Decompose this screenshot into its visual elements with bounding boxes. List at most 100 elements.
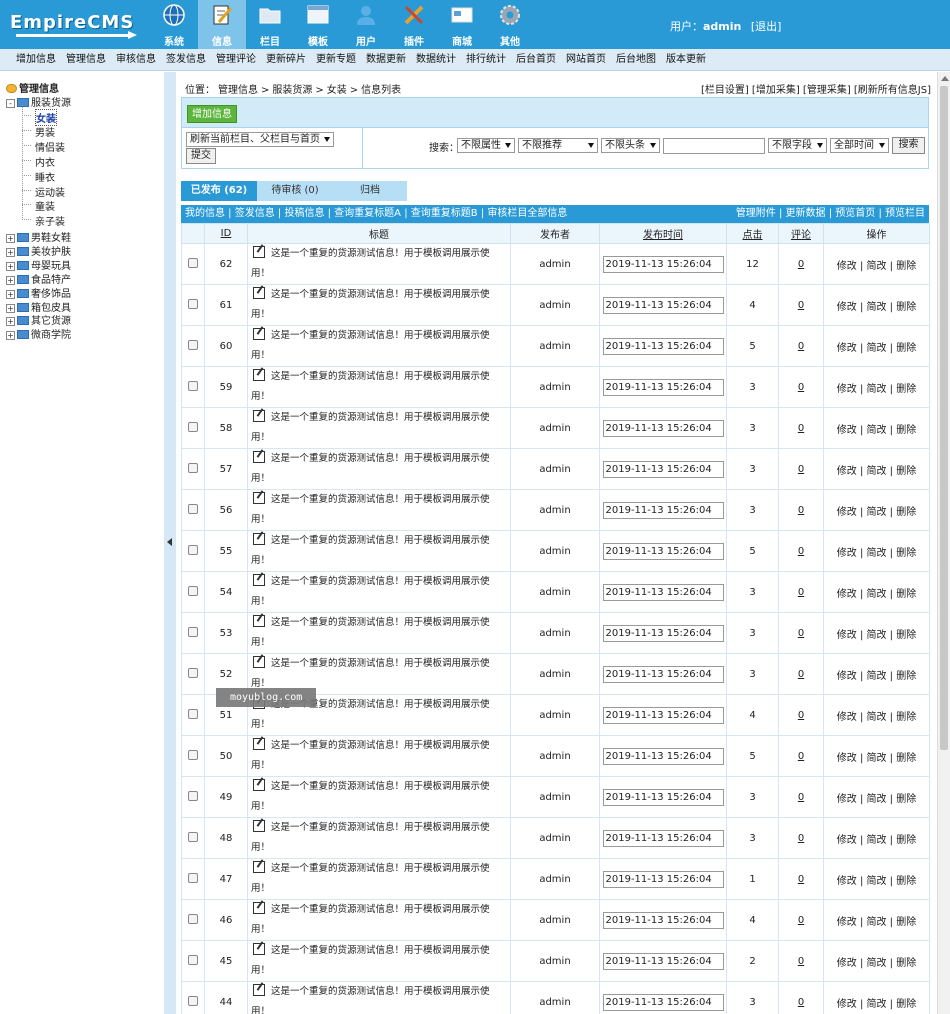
breadcrumb-item[interactable]: 管理信息 xyxy=(218,85,258,96)
expand-icon[interactable]: + xyxy=(6,234,15,243)
row-title-link[interactable]: 这是一个重复的货源测试信息！用于模板调用展示使用！ xyxy=(251,576,490,607)
menu-item-11[interactable]: 网站首页 xyxy=(561,49,611,70)
table-row[interactable]: 54 这是一个重复的货源测试信息！用于模板调用展示使用！ admin 2019-11-… xyxy=(181,571,930,613)
menu-item-13[interactable]: 版本更新 xyxy=(661,49,711,70)
row-ops[interactable]: 修改 | 简改 | 删除 xyxy=(823,530,930,572)
attribute-filter-select[interactable]: 不限属性 xyxy=(457,138,515,153)
row-checkbox[interactable] xyxy=(188,831,198,842)
tree-root[interactable]: 管理信息 xyxy=(6,80,59,95)
row-time-input[interactable]: 2019-11-13 15:26:04 xyxy=(602,378,724,396)
top-nav-item-5[interactable]: 插件 xyxy=(390,0,438,49)
row-comments[interactable]: 0 xyxy=(778,489,824,531)
row-time-input[interactable]: 2019-11-13 15:26:04 xyxy=(602,337,724,355)
row-time-input[interactable]: 2019-11-13 15:26:04 xyxy=(602,583,724,601)
row-checkbox[interactable] xyxy=(188,298,198,309)
menu-item-10[interactable]: 后台首页 xyxy=(511,49,561,70)
row-checkbox[interactable] xyxy=(188,995,198,1006)
tree-item[interactable]: 亲子装 xyxy=(35,213,65,228)
row-time-input[interactable]: 2019-11-13 15:26:04 xyxy=(602,911,724,929)
row-ops[interactable]: 修改 | 简改 | 删除 xyxy=(823,243,930,285)
table-row[interactable]: 44 这是一个重复的货源测试信息！用于模板调用展示使用！ admin 2019-11-… xyxy=(181,981,930,1014)
edit-doc-icon[interactable] xyxy=(253,779,265,791)
collapse-left-arrow-icon[interactable] xyxy=(167,538,172,546)
row-title-link[interactable]: 这是一个重复的货源测试信息！用于模板调用展示使用！ xyxy=(251,330,490,361)
table-row[interactable]: 49 这是一个重复的货源测试信息！用于模板调用展示使用！ admin 2019-11-… xyxy=(181,776,930,818)
menu-item-6[interactable]: 更新专题 xyxy=(311,49,361,70)
menu-item-12[interactable]: 后台地图 xyxy=(611,49,661,70)
row-ops[interactable]: 修改 | 简改 | 删除 xyxy=(823,776,930,818)
row-title-link[interactable]: 这是一个重复的货源测试信息！用于模板调用展示使用！ xyxy=(251,535,490,566)
row-title-link[interactable]: 这是一个重复的货源测试信息！用于模板调用展示使用！ xyxy=(251,371,490,402)
tree-item[interactable]: 情侣装 xyxy=(35,139,65,154)
table-row[interactable]: 56 这是一个重复的货源测试信息！用于模板调用展示使用！ admin 2019-11-… xyxy=(181,489,930,531)
row-checkbox[interactable] xyxy=(188,421,198,432)
row-title-link[interactable]: 这是一个重复的货源测试信息！用于模板调用展示使用！ xyxy=(251,945,490,976)
scroll-up-icon[interactable] xyxy=(941,76,949,81)
action-links-left[interactable]: 我的信息 | 签发信息 | 投稿信息 | 查询重复标题A | 查询重复标题B |… xyxy=(185,205,567,223)
row-time-input[interactable]: 2019-11-13 15:26:04 xyxy=(602,706,724,724)
edit-doc-icon[interactable] xyxy=(253,369,265,381)
row-title-link[interactable]: 这是一个重复的货源测试信息！用于模板调用展示使用！ xyxy=(251,658,490,689)
row-ops[interactable]: 修改 | 简改 | 删除 xyxy=(823,899,930,941)
edit-doc-icon[interactable] xyxy=(253,574,265,586)
headline-filter-select[interactable]: 不限头条 xyxy=(601,138,660,153)
menu-item-4[interactable]: 管理评论 xyxy=(211,49,261,70)
top-nav-item-3[interactable]: 模板 xyxy=(294,0,342,49)
row-comments[interactable]: 0 xyxy=(778,366,824,408)
edit-doc-icon[interactable] xyxy=(253,984,265,996)
expand-icon[interactable]: + xyxy=(6,289,15,299)
row-comments[interactable]: 0 xyxy=(778,735,824,777)
scroll-thumb[interactable] xyxy=(940,86,948,750)
col-hits[interactable]: 点击 xyxy=(726,223,779,244)
row-checkbox[interactable] xyxy=(188,503,198,514)
row-ops[interactable]: 修改 | 简改 | 删除 xyxy=(823,612,930,654)
table-row[interactable]: 48 这是一个重复的货源测试信息！用于模板调用展示使用！ admin 2019-11-… xyxy=(181,817,930,859)
row-comments[interactable]: 0 xyxy=(778,325,824,367)
panel-splitter[interactable] xyxy=(164,72,176,1014)
row-time-input[interactable]: 2019-11-13 15:26:04 xyxy=(602,419,724,437)
edit-doc-icon[interactable] xyxy=(253,287,265,299)
tree-item[interactable]: 睡衣 xyxy=(35,169,55,184)
row-checkbox[interactable] xyxy=(188,462,198,473)
top-nav-item-1[interactable]: 信息 xyxy=(198,0,246,49)
row-ops[interactable]: 修改 | 简改 | 删除 xyxy=(823,981,930,1014)
row-title-link[interactable]: 这是一个重复的货源测试信息！用于模板调用展示使用！ xyxy=(251,494,490,525)
row-title-link[interactable]: 这是一个重复的货源测试信息！用于模板调用展示使用！ xyxy=(251,781,490,812)
edit-doc-icon[interactable] xyxy=(253,451,265,463)
row-time-input[interactable]: 2019-11-13 15:26:04 xyxy=(602,542,724,560)
tab-archive[interactable]: 归档 xyxy=(333,181,407,201)
row-checkbox[interactable] xyxy=(188,954,198,965)
table-row[interactable]: 58 这是一个重复的货源测试信息！用于模板调用展示使用！ admin 2019-11-… xyxy=(181,407,930,449)
collapse-icon[interactable]: - xyxy=(6,99,15,108)
row-checkbox[interactable] xyxy=(188,667,198,678)
row-comments[interactable]: 0 xyxy=(778,981,824,1014)
edit-doc-icon[interactable] xyxy=(253,410,265,422)
expand-icon[interactable]: + xyxy=(6,247,15,257)
table-row[interactable]: 47 这是一个重复的货源测试信息！用于模板调用展示使用！ admin 2019-11-… xyxy=(181,858,930,900)
row-time-input[interactable]: 2019-11-13 15:26:04 xyxy=(602,993,724,1011)
row-title-link[interactable]: 这是一个重复的货源测试信息！用于模板调用展示使用！ xyxy=(251,289,490,320)
row-ops[interactable]: 修改 | 简改 | 删除 xyxy=(823,284,930,326)
row-checkbox[interactable] xyxy=(188,257,198,268)
row-time-input[interactable]: 2019-11-13 15:26:04 xyxy=(602,255,724,273)
row-checkbox[interactable] xyxy=(188,380,198,391)
row-checkbox[interactable] xyxy=(188,872,198,883)
edit-doc-icon[interactable] xyxy=(253,738,265,750)
tab-published[interactable]: 已发布 (62) xyxy=(181,181,257,201)
empirecms-logo[interactable]: EmpireCMS xyxy=(10,6,140,42)
refresh-select[interactable]: 刷新当前栏目、父栏目与首页 xyxy=(186,132,334,147)
row-ops[interactable]: 修改 | 简改 | 删除 xyxy=(823,407,930,449)
row-ops[interactable]: 修改 | 简改 | 删除 xyxy=(823,858,930,900)
row-title-link[interactable]: 这是一个重复的货源测试信息！用于模板调用展示使用！ xyxy=(251,822,490,853)
row-ops[interactable]: 修改 | 简改 | 删除 xyxy=(823,448,930,490)
tree-folder[interactable]: + 奢侈饰品 xyxy=(6,285,71,300)
table-row[interactable]: 45 这是一个重复的货源测试信息！用于模板调用展示使用！ admin 2019-11-… xyxy=(181,940,930,982)
row-comments[interactable]: 0 xyxy=(778,694,824,736)
top-nav-item-2[interactable]: 栏目 xyxy=(246,0,294,49)
expand-icon[interactable]: + xyxy=(6,261,15,271)
top-nav-item-0[interactable]: 系统 xyxy=(150,0,198,49)
top-nav-item-7[interactable]: 其他 xyxy=(486,0,534,49)
row-time-input[interactable]: 2019-11-13 15:26:04 xyxy=(602,829,724,847)
row-checkbox[interactable] xyxy=(188,339,198,350)
menu-item-2[interactable]: 审核信息 xyxy=(111,49,161,70)
